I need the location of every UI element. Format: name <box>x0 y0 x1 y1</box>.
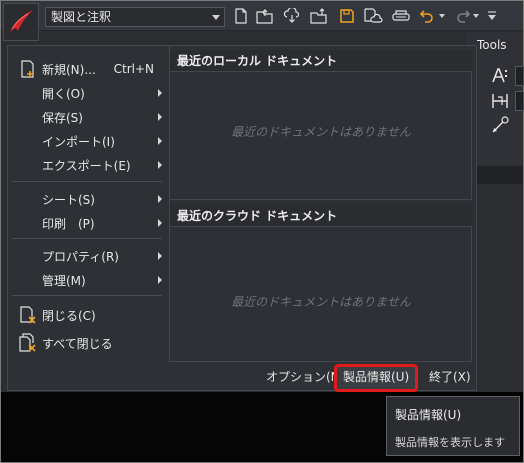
menu-item-shortcut: Ctrl+N <box>113 62 154 76</box>
menu-item-properties[interactable]: プロパティ(R) <box>8 245 168 267</box>
menu-item-label: エクスポート(E) <box>42 158 131 173</box>
tooltip-description: 製品情報を表示します <box>395 436 505 449</box>
menu-item-open[interactable]: 開く(O) <box>8 82 168 104</box>
text-style-icon[interactable] <box>490 66 512 86</box>
chevron-right-icon <box>158 252 162 260</box>
menu-command-list: 新規(N)... Ctrl+N 開く(O) 保存(S) インポート(I) エクス… <box>8 46 168 362</box>
recent-cloud-empty-text: 最近のドキュメントはありません <box>231 295 411 309</box>
undo-dropdown-icon[interactable] <box>437 6 447 26</box>
menu-item-label: インポート(I) <box>42 134 115 149</box>
customize-icon[interactable] <box>485 6 499 26</box>
chevron-right-icon <box>158 219 162 227</box>
save-as-cloud-icon[interactable] <box>363 6 383 26</box>
redo-icon[interactable] <box>453 6 473 26</box>
recent-local-empty-text: 最近のドキュメントはありません <box>231 125 411 139</box>
cloud-upload-icon[interactable] <box>309 6 329 26</box>
app-logo-icon <box>9 10 33 34</box>
tooltip-title: 製品情報(U) <box>395 408 462 422</box>
chevron-right-icon <box>158 276 162 284</box>
leader-style-icon[interactable] <box>490 115 512 135</box>
menu-footer: オプション(N) 製品情報(U) 終了(X) <box>8 362 478 392</box>
menu-item-label: 閉じる(C) <box>42 308 96 323</box>
recent-local-list: 最近のドキュメントはありません <box>170 72 472 200</box>
chevron-right-icon <box>158 161 162 169</box>
menu-item-manage[interactable]: 管理(M) <box>8 269 168 291</box>
recent-cloud-title: 最近のクラウド ドキュメント <box>170 205 472 227</box>
recent-local-documents-panel: 最近のローカル ドキュメント 最近のドキュメントはありません <box>170 50 472 200</box>
redo-dropdown-icon[interactable] <box>471 6 481 26</box>
plot-icon[interactable] <box>391 6 411 26</box>
chevron-right-icon <box>158 113 162 121</box>
close-all-documents-icon <box>18 333 38 353</box>
menu-item-close-all[interactable]: すべて閉じる <box>8 332 168 354</box>
undo-icon[interactable] <box>417 6 437 26</box>
workspace-label: 製図と注釈 <box>51 10 112 24</box>
menu-item-close[interactable]: 閉じる(C) <box>8 304 168 326</box>
new-document-icon <box>18 59 38 79</box>
dimension-style-icon[interactable] <box>490 91 512 111</box>
new-icon[interactable] <box>231 6 251 26</box>
menu-item-label: 保存(S) <box>42 110 83 125</box>
product-info-button[interactable]: 製品情報(U) <box>334 364 419 392</box>
tab-tools[interactable]: Tools <box>477 38 507 52</box>
menu-separator <box>12 295 162 296</box>
application-menu: 新規(N)... Ctrl+N 開く(O) 保存(S) インポート(I) エクス… <box>7 45 478 392</box>
menu-item-label: シート(S) <box>42 192 95 207</box>
menu-separator <box>12 238 162 239</box>
product-info-tooltip: 製品情報(U) 製品情報を表示します <box>386 396 520 456</box>
open-icon[interactable] <box>255 6 275 26</box>
workspace-dropdown[interactable]: 製図と注釈 <box>45 7 225 27</box>
chevron-down-icon <box>212 15 220 20</box>
cloud-download-icon[interactable] <box>282 6 302 26</box>
dimension-style-field[interactable] <box>515 91 524 111</box>
recent-local-title: 最近のローカル ドキュメント <box>170 50 472 72</box>
menu-item-save[interactable]: 保存(S) <box>8 106 168 128</box>
menu-item-import[interactable]: インポート(I) <box>8 130 168 152</box>
menu-item-label: 開く(O) <box>42 86 85 101</box>
text-style-field[interactable] <box>515 66 524 86</box>
menu-item-new[interactable]: 新規(N)... Ctrl+N <box>8 58 168 80</box>
save-icon[interactable] <box>337 6 357 26</box>
menu-separator <box>12 181 162 182</box>
chevron-right-icon <box>158 195 162 203</box>
recent-cloud-list: 最近のドキュメントはありません <box>170 227 472 362</box>
recent-cloud-documents-panel: 最近のクラウド ドキュメント 最近のドキュメントはありません <box>170 205 472 362</box>
menu-item-print[interactable]: 印刷 (P) <box>8 212 168 234</box>
chevron-right-icon <box>158 89 162 97</box>
menu-item-label: 新規(N)... <box>42 62 96 77</box>
quick-access-toolbar: 製図と注釈 <box>1 1 523 31</box>
menu-item-export[interactable]: エクスポート(E) <box>8 154 168 176</box>
menu-item-label: 管理(M) <box>42 273 86 288</box>
menu-item-label: 印刷 (P) <box>42 216 95 231</box>
menu-item-label: プロパティ(R) <box>42 249 119 264</box>
application-menu-button[interactable] <box>3 3 39 41</box>
chevron-right-icon <box>158 137 162 145</box>
menu-item-label: すべて閉じる <box>42 336 113 351</box>
exit-button[interactable]: 終了(X) <box>425 366 475 388</box>
menu-item-sheet[interactable]: シート(S) <box>8 188 168 210</box>
close-document-icon <box>18 305 38 325</box>
